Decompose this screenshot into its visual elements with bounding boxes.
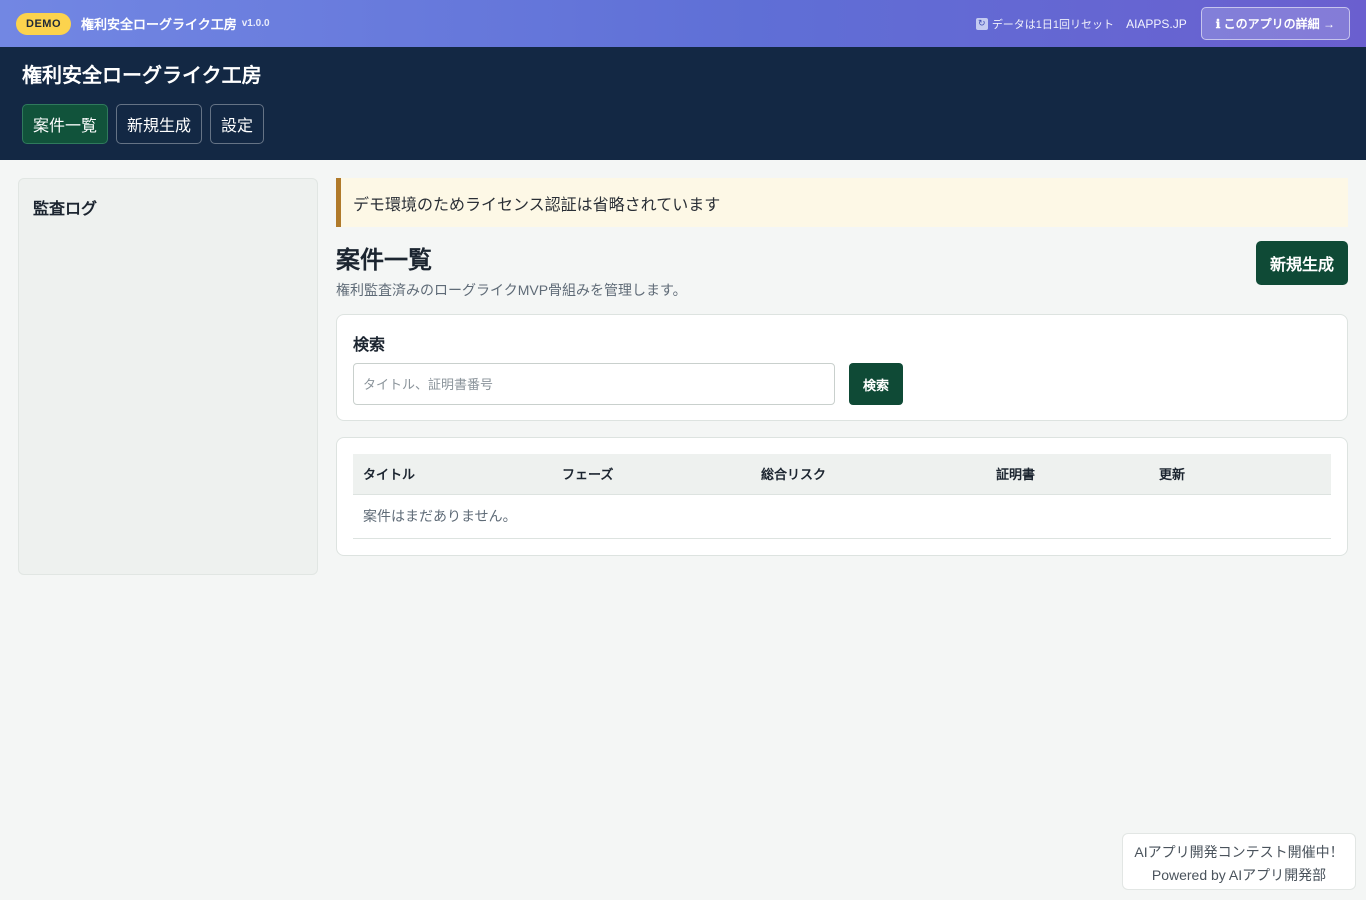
column-risk[interactable]: 総合リスク bbox=[751, 454, 986, 495]
promo-line-2: Powered by AIアプリ開発部 bbox=[1151, 867, 1327, 883]
nav-case-list[interactable]: 案件一覧 bbox=[22, 104, 109, 144]
reset-note: ↻ データは1日1回リセット bbox=[975, 16, 1115, 32]
license-notice: デモ環境のためライセンス認証は省略されています bbox=[336, 178, 1348, 227]
demo-app-title: 権利安全ローグライク工房 bbox=[81, 17, 237, 32]
search-button[interactable]: 検索 bbox=[849, 363, 903, 405]
search-input[interactable] bbox=[353, 363, 835, 405]
column-updated[interactable]: 更新 bbox=[1149, 454, 1331, 495]
demo-version: v1.0.0 bbox=[241, 18, 270, 29]
page-head-text: 案件一覧 権利監査済みのローグライクMVP骨組みを管理します。 bbox=[336, 241, 687, 300]
case-table: タイトル フェーズ 総合リスク 証明書 更新 案件はまだありません。 bbox=[353, 454, 1331, 539]
promo-line-1: AIアプリ開発コンテスト開催中！ bbox=[1134, 844, 1344, 860]
column-phase[interactable]: フェーズ bbox=[552, 454, 751, 495]
sidebar-title: 監査ログ bbox=[33, 201, 98, 218]
app-title: 権利安全ローグライク工房 bbox=[22, 65, 262, 87]
column-title[interactable]: タイトル bbox=[353, 454, 552, 495]
nav-settings[interactable]: 設定 bbox=[210, 104, 265, 144]
refresh-icon: ↻ bbox=[975, 17, 988, 30]
audit-log-sidebar: 監査ログ bbox=[18, 178, 318, 575]
page-title: 案件一覧 bbox=[336, 247, 432, 274]
demo-badge: DEMO bbox=[16, 12, 71, 35]
brand-link[interactable]: AIAPPS.JP bbox=[1126, 17, 1187, 31]
search-label: 検索 bbox=[353, 337, 386, 354]
case-table-card: タイトル フェーズ 総合リスク 証明書 更新 案件はまだありません。 bbox=[336, 437, 1348, 556]
about-app-button[interactable]: ℹ このアプリの詳細 → bbox=[1200, 7, 1350, 40]
contest-promo[interactable]: AIアプリ開発コンテスト開催中！ Powered by AIアプリ開発部 bbox=[1122, 833, 1356, 890]
demo-bar: DEMO 権利安全ローグライク工房 v1.0.0 ↻ データは1日1回リセット … bbox=[0, 0, 1366, 47]
table-row: 案件はまだありません。 bbox=[353, 494, 1331, 539]
empty-message: 案件はまだありません。 bbox=[353, 494, 1331, 539]
main-content: デモ環境のためライセンス認証は省略されています 案件一覧 権利監査済みのローグラ… bbox=[336, 178, 1348, 575]
search-card: 検索 検索 bbox=[336, 314, 1348, 421]
nav-new-generate[interactable]: 新規生成 bbox=[116, 104, 203, 144]
search-row: 検索 bbox=[353, 363, 1331, 405]
demo-bar-right: ↻ データは1日1回リセット AIAPPS.JP ℹ このアプリの詳細 → bbox=[975, 7, 1350, 40]
main-nav: 案件一覧 新規生成 設定 bbox=[22, 104, 1344, 144]
create-new-button[interactable]: 新規生成 bbox=[1255, 241, 1348, 285]
app-header: 権利安全ローグライク工房 案件一覧 新規生成 設定 bbox=[0, 47, 1366, 160]
page-head: 案件一覧 権利監査済みのローグライクMVP骨組みを管理します。 新規生成 bbox=[336, 241, 1348, 300]
reset-note-text: データは1日1回リセット bbox=[991, 18, 1115, 31]
column-certificate[interactable]: 証明書 bbox=[986, 454, 1149, 495]
content-layout: 監査ログ デモ環境のためライセンス認証は省略されています 案件一覧 権利監査済み… bbox=[0, 160, 1366, 575]
page-description: 権利監査済みのローグライクMVP骨組みを管理します。 bbox=[336, 282, 687, 298]
table-header-row: タイトル フェーズ 総合リスク 証明書 更新 bbox=[353, 454, 1331, 495]
